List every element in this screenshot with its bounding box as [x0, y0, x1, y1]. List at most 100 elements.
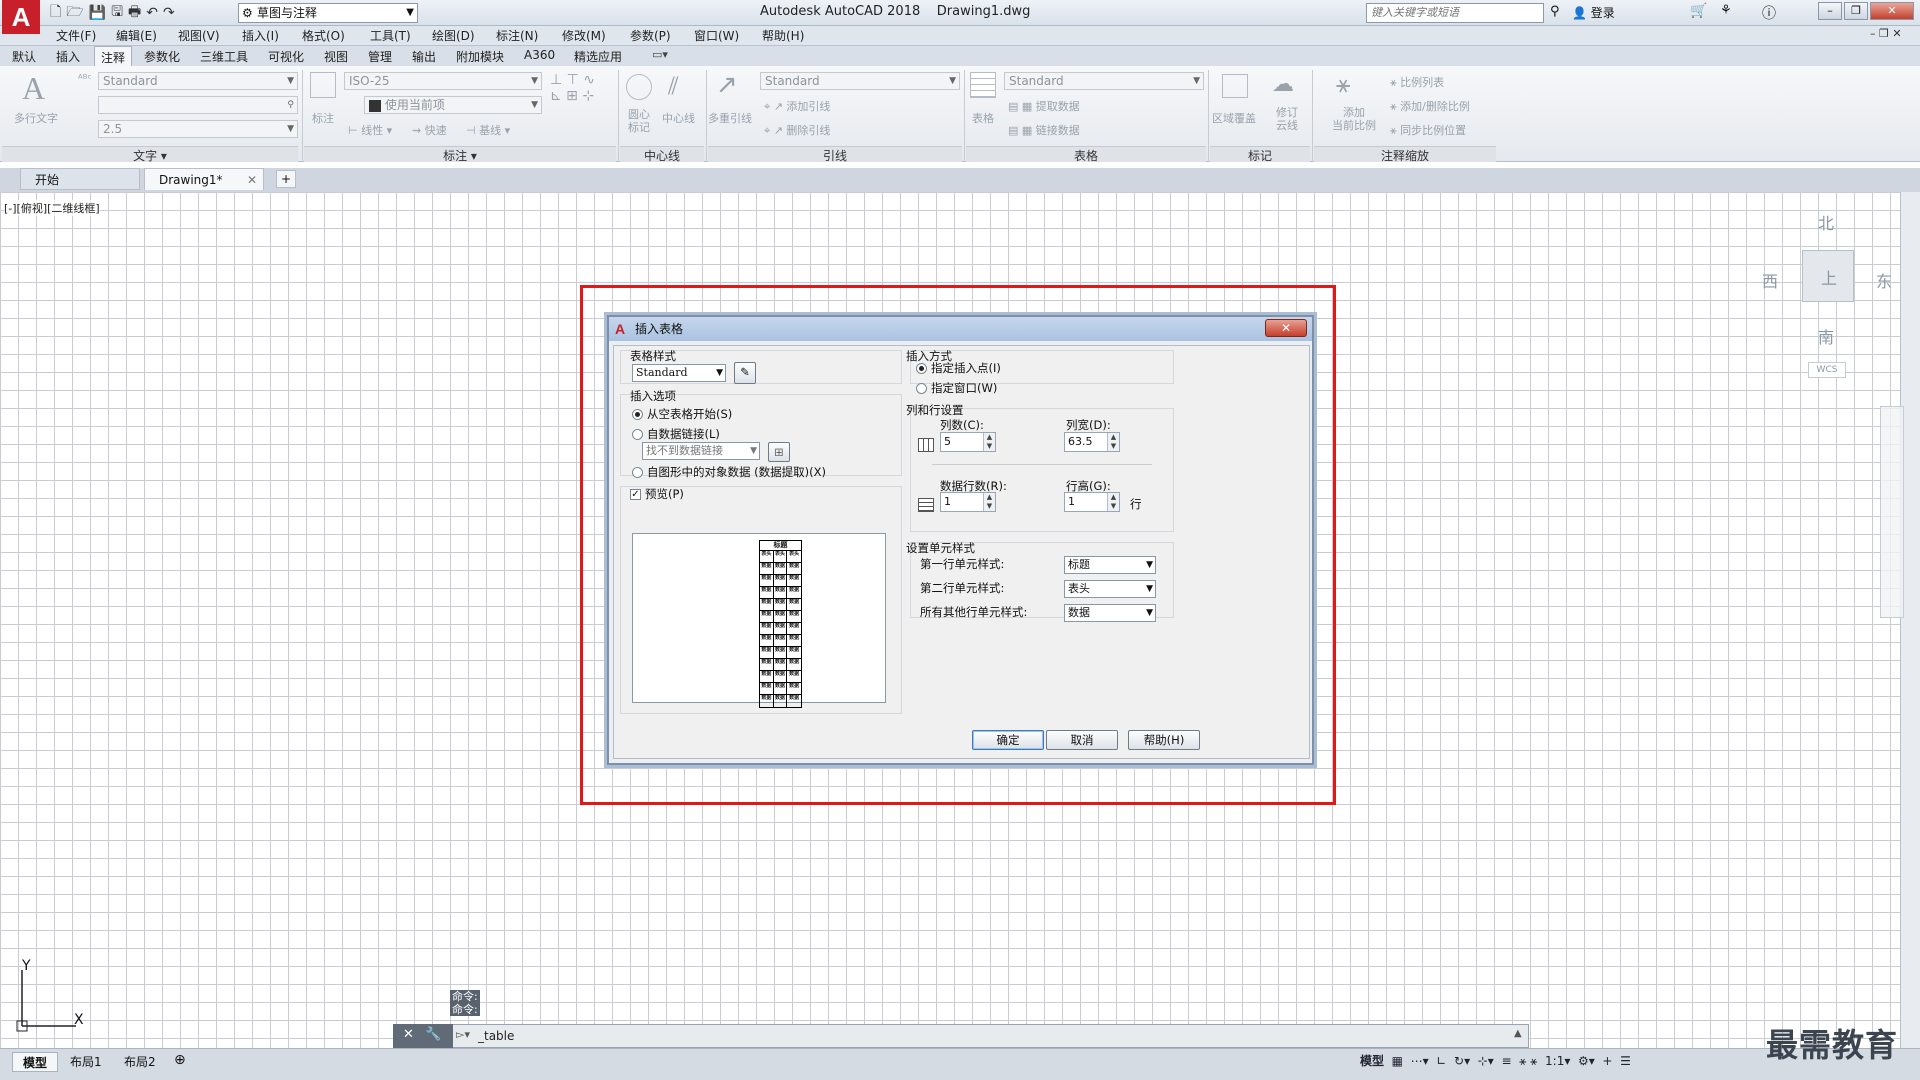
- text-style-icon[interactable]: ᴬᴮᶜ: [78, 72, 92, 85]
- panel-title-table[interactable]: 表格: [966, 146, 1206, 163]
- quick-dim-button[interactable]: ⇝ 快速: [412, 122, 447, 138]
- tab-insert[interactable]: 插入: [56, 48, 80, 65]
- osnap-icon[interactable]: ⊹▾: [1478, 1054, 1494, 1068]
- navigation-bar[interactable]: [1880, 406, 1904, 618]
- remove-leader-button[interactable]: ⌖ ↗ 删除引线: [764, 122, 830, 138]
- table-style-dialog-button[interactable]: ✎: [734, 362, 756, 384]
- ribbon-options-icon[interactable]: ▭▾: [652, 48, 668, 61]
- close-icon[interactable]: ✕: [403, 1027, 414, 1042]
- table-style-select[interactable]: Standard ▼: [632, 364, 726, 382]
- leader-style-combo[interactable]: Standard ▼: [760, 72, 960, 90]
- vertical-scrollbar[interactable]: [1900, 192, 1920, 1048]
- menu-view[interactable]: 视图(V): [178, 27, 220, 44]
- cancel-button[interactable]: 取消: [1046, 730, 1118, 750]
- close-window-button[interactable]: ✕: [1870, 2, 1914, 20]
- wipeout-label[interactable]: 区域覆盖: [1212, 110, 1256, 126]
- lineweight-icon[interactable]: ≡: [1501, 1054, 1511, 1068]
- centerline-label[interactable]: 中心线: [662, 110, 695, 126]
- table-label[interactable]: 表格: [972, 110, 994, 126]
- menu-help[interactable]: 帮助(H): [762, 27, 804, 44]
- second-row-select[interactable]: 表头 ▼: [1064, 580, 1156, 598]
- sync-scale-button[interactable]: ⚹ 同步比例位置: [1390, 122, 1466, 138]
- menu-dimension[interactable]: 标注(N): [496, 27, 538, 44]
- revcloud-label[interactable]: 修订 云线: [1276, 106, 1302, 132]
- wipeout-icon[interactable]: [1222, 74, 1248, 98]
- add-delete-scale-button[interactable]: ⚹ 添加/删除比例: [1390, 98, 1470, 114]
- prompt-icon[interactable]: ▻▾: [456, 1028, 470, 1041]
- multileader-label[interactable]: 多重引线: [708, 110, 752, 126]
- extract-data-button[interactable]: ▤ ▦ 提取数据: [1008, 98, 1080, 114]
- panel-title-leader[interactable]: 引线: [708, 146, 962, 163]
- menu-edit[interactable]: 编辑(E): [116, 27, 157, 44]
- tab-view[interactable]: 视图: [324, 48, 348, 65]
- text-find-combo[interactable]: ⚲: [98, 96, 298, 114]
- radio-window[interactable]: 指定窗口(W): [916, 380, 997, 396]
- workspace-dropdown[interactable]: ⚙ 草图与注释 ▼: [238, 3, 418, 23]
- layout-tab-2[interactable]: 布局2: [114, 1052, 166, 1072]
- help-search-input[interactable]: 键入关键字或短语: [1366, 3, 1544, 23]
- mtext-label[interactable]: 多行文字: [14, 110, 58, 126]
- help-button[interactable]: 帮助(H): [1128, 730, 1200, 750]
- tab-annotate[interactable]: 注释: [94, 46, 133, 66]
- help-icon[interactable]: ⓘ: [1762, 3, 1776, 23]
- plus-icon[interactable]: +: [1602, 1054, 1612, 1068]
- redo-icon[interactable]: ↷: [163, 5, 175, 21]
- snap-icon[interactable]: ⋯▾: [1411, 1054, 1429, 1068]
- tab-manage[interactable]: 管理: [368, 48, 392, 65]
- new-icon[interactable]: 🗋: [50, 1, 61, 25]
- colwidth-spinner[interactable]: 63.5 ▲ ▼: [1064, 432, 1120, 452]
- tab-default[interactable]: 默认: [12, 48, 36, 65]
- autocad-logo[interactable]: A: [2, 0, 40, 34]
- menu-format[interactable]: 格式(O): [302, 27, 345, 44]
- first-row-select[interactable]: 标题 ▼: [1064, 556, 1156, 574]
- layout-tab-1[interactable]: 布局1: [60, 1052, 112, 1072]
- compass-south[interactable]: 南: [1818, 324, 1834, 348]
- radio-empty-table[interactable]: 从空表格开始(S): [632, 406, 732, 422]
- add-scale-label[interactable]: 添加 当前比例: [1326, 106, 1382, 132]
- ok-button[interactable]: 确定: [972, 730, 1044, 750]
- text-style-combo[interactable]: Standard ▼: [98, 72, 298, 90]
- dimension-icon[interactable]: [310, 72, 336, 98]
- data-link-manager-button[interactable]: ⊞: [768, 442, 790, 462]
- a360-icon[interactable]: ⚘: [1720, 3, 1732, 18]
- login-button[interactable]: 👤 登录: [1572, 4, 1615, 21]
- compass-east[interactable]: 东: [1876, 268, 1892, 292]
- tab-output[interactable]: 输出: [412, 48, 436, 65]
- viewcube-top-face[interactable]: 上: [1802, 250, 1854, 302]
- panel-title-text[interactable]: 文字 ▾: [2, 146, 298, 163]
- rowheight-spinner[interactable]: 1 ▲ ▼: [1064, 492, 1120, 512]
- cols-spinner[interactable]: 5 ▲ ▼: [940, 432, 996, 452]
- add-leader-button[interactable]: ⌖ ↗ 添加引线: [764, 98, 830, 114]
- add-scale-icon[interactable]: ⚹: [1336, 70, 1350, 98]
- link-data-button[interactable]: ▤ ▦ 链接数据: [1008, 122, 1080, 138]
- tab-addins[interactable]: 附加模块: [456, 48, 504, 65]
- menu-window[interactable]: 窗口(W): [694, 27, 739, 44]
- wrench-icon[interactable]: 🔧: [425, 1027, 441, 1042]
- open-icon[interactable]: 🗁: [66, 1, 83, 25]
- scale-list-button[interactable]: ⚹ 比例列表: [1390, 74, 1444, 90]
- centerline-icon[interactable]: ⫽: [668, 72, 679, 100]
- dim-style-combo[interactable]: ISO-25 ▼: [344, 72, 542, 90]
- annotation-visibility-icon[interactable]: ⚹ ⚹: [1519, 1054, 1537, 1068]
- command-line-input[interactable]: [393, 1024, 1529, 1048]
- other-rows-select[interactable]: 数据 ▼: [1064, 604, 1156, 622]
- table-icon[interactable]: [970, 72, 996, 98]
- customize-icon[interactable]: ☰: [1620, 1054, 1631, 1068]
- minimize-button[interactable]: –: [1818, 2, 1842, 20]
- tab-featured-apps[interactable]: 精选应用: [574, 48, 622, 65]
- mtext-icon[interactable]: A: [22, 70, 45, 107]
- viewport-controls[interactable]: [-][俯视][二维线框]: [4, 200, 100, 216]
- radio-data-extraction[interactable]: 自图形中的对象数据 (数据提取)(X): [632, 464, 826, 480]
- grid-icon[interactable]: ▦: [1392, 1054, 1403, 1068]
- tab-visualize[interactable]: 可视化: [268, 48, 304, 65]
- tab-3d-tools[interactable]: 三维工具: [200, 48, 248, 65]
- data-link-select[interactable]: 找不到数据链接 ▼: [642, 442, 760, 460]
- model-space-button[interactable]: 模型: [1360, 1054, 1384, 1068]
- preview-checkbox[interactable]: ✓ 预览(P): [630, 486, 684, 502]
- undo-icon[interactable]: ↶: [146, 5, 158, 21]
- menu-draw[interactable]: 绘图(D): [432, 27, 475, 44]
- menu-tools[interactable]: 工具(T): [370, 27, 411, 44]
- binoculars-icon[interactable]: ⚲: [1550, 4, 1560, 19]
- dim-layer-combo[interactable]: 使用当前项 ▼: [364, 96, 542, 114]
- center-mark-label[interactable]: 圆心 标记: [628, 108, 658, 134]
